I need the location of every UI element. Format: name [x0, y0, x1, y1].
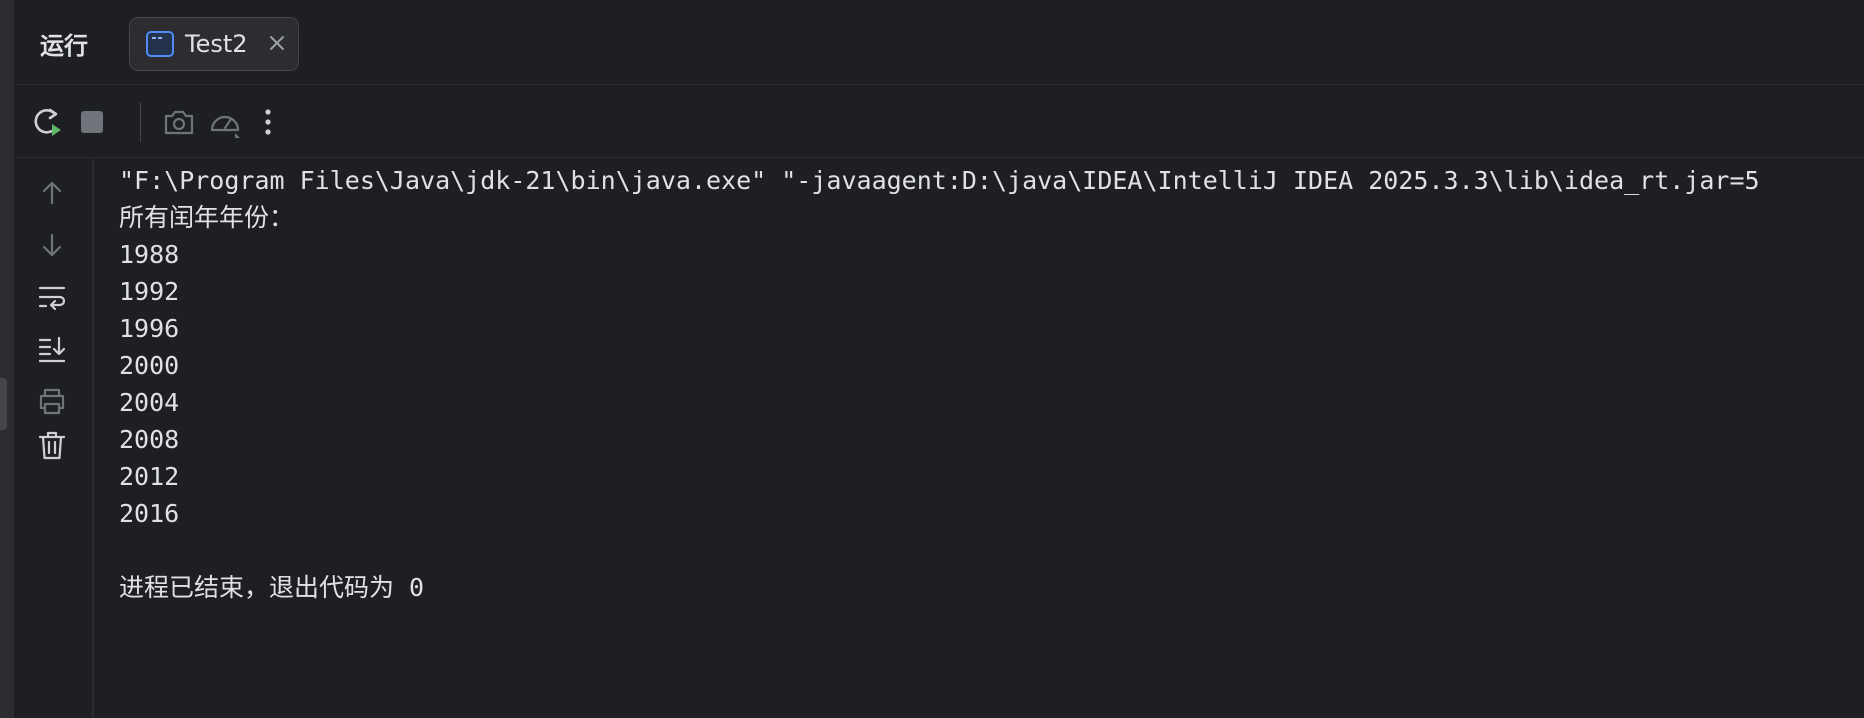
scroll-to-end-button[interactable]: [32, 329, 72, 369]
speedometer-icon: [210, 115, 240, 138]
run-toolbar: [14, 86, 1864, 158]
profiler-button[interactable]: [205, 102, 245, 142]
run-panel: 运行 Test2 "F:\Program Files\Java\jdk-21\b…: [14, 3, 1864, 718]
stop-button[interactable]: [72, 102, 112, 142]
console-line: 1988: [119, 240, 180, 269]
run-tab-bar: 运行 Test2: [14, 3, 1864, 85]
gutter-divider: [92, 159, 94, 718]
soft-wrap-icon: [38, 286, 66, 311]
screenshot-button[interactable]: [159, 102, 199, 142]
console-line: 2000: [119, 351, 180, 380]
console-line: 2008: [119, 425, 180, 454]
trash-icon: [38, 431, 66, 460]
stop-icon: [81, 111, 103, 133]
console-line: 1996: [119, 314, 180, 343]
console-line: 1992: [119, 277, 180, 306]
console-line: 2012: [119, 462, 180, 491]
tab-test2[interactable]: Test2: [129, 17, 299, 71]
rerun-button[interactable]: [28, 102, 68, 142]
arrow-down-icon: [42, 233, 62, 257]
scroll-down-button[interactable]: [32, 225, 72, 265]
toolbar-separator: [140, 102, 141, 142]
more-options-button[interactable]: [248, 102, 288, 142]
soft-wrap-button[interactable]: [32, 277, 72, 317]
console-line: 进程已结束，退出代码为 0: [119, 573, 425, 602]
printer-icon: [39, 388, 65, 415]
close-icon[interactable]: [266, 32, 288, 54]
scroll-to-end-icon: [38, 336, 66, 363]
arrow-up-icon: [42, 181, 62, 205]
ide-run-tool-window: 运行 Test2 "F:\Program Files\Java\jdk-21\b…: [0, 0, 1864, 718]
resize-handle[interactable]: [0, 378, 7, 430]
console-line: "F:\Program Files\Java\jdk-21\bin\java.e…: [119, 166, 1760, 195]
console-output[interactable]: "F:\Program Files\Java\jdk-21\bin\java.e…: [119, 161, 1864, 716]
run-panel-title: 运行: [40, 32, 88, 60]
console-line: 所有闰年年份：: [119, 203, 295, 232]
print-button[interactable]: [32, 381, 72, 421]
clear-all-button[interactable]: [32, 425, 72, 465]
console-side-toolbar: [14, 159, 92, 718]
scroll-up-button[interactable]: [32, 173, 72, 213]
console-window-icon: [146, 31, 174, 57]
rerun-icon: [34, 108, 61, 136]
camera-icon: [164, 110, 194, 135]
left-edge-bar: [0, 0, 14, 718]
console-line: 2016: [119, 499, 180, 528]
console-line: 2004: [119, 388, 180, 417]
tab-label: Test2: [185, 30, 248, 58]
more-vertical-icon: [265, 109, 271, 135]
